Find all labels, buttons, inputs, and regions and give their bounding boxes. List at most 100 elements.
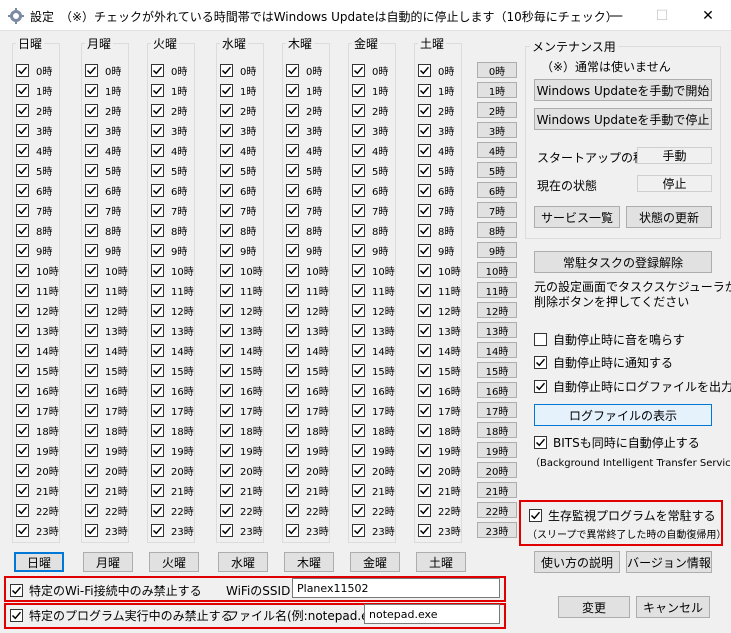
hour-option[interactable]: 2時 [16, 102, 52, 118]
hour-option[interactable]: 20時 [286, 462, 329, 478]
hour-checkbox[interactable] [220, 463, 233, 477]
hour-checkbox[interactable] [286, 143, 299, 157]
hour-checkbox[interactable] [352, 323, 365, 337]
hour-toggle-button[interactable]: 3時 [477, 122, 517, 138]
hour-checkbox[interactable] [151, 123, 164, 137]
hour-checkbox[interactable] [85, 163, 98, 177]
hour-checkbox[interactable] [220, 403, 233, 417]
hour-checkbox[interactable] [286, 463, 299, 477]
hour-checkbox[interactable] [286, 343, 299, 357]
hour-option[interactable]: 17時 [286, 402, 329, 418]
hour-option[interactable]: 16時 [85, 382, 128, 398]
hour-checkbox[interactable] [85, 383, 98, 397]
hour-option[interactable]: 22時 [16, 502, 59, 518]
hour-option[interactable]: 22時 [151, 502, 194, 518]
hour-checkbox[interactable] [220, 523, 233, 537]
hour-checkbox[interactable] [85, 243, 98, 257]
service-list-button[interactable]: サービス一覧 [534, 206, 620, 228]
hour-toggle-button[interactable]: 12時 [477, 302, 517, 318]
hour-checkbox[interactable] [85, 83, 98, 97]
hour-option[interactable]: 7時 [286, 202, 322, 218]
hour-option[interactable]: 6時 [85, 182, 121, 198]
minimize-button[interactable]: — [593, 0, 639, 31]
hour-option[interactable]: 16時 [151, 382, 194, 398]
hour-toggle-button[interactable]: 16時 [477, 382, 517, 398]
hour-checkbox[interactable] [352, 463, 365, 477]
hour-toggle-button[interactable]: 23時 [477, 522, 517, 538]
hour-option[interactable]: 8時 [151, 222, 187, 238]
hour-option[interactable]: 2時 [286, 102, 322, 118]
hour-checkbox[interactable] [16, 503, 29, 517]
hour-checkbox[interactable] [220, 183, 233, 197]
hour-checkbox[interactable] [85, 143, 98, 157]
hour-checkbox[interactable] [16, 463, 29, 477]
hour-checkbox[interactable] [286, 403, 299, 417]
hour-option[interactable]: 15時 [151, 362, 194, 378]
hour-option[interactable]: 2時 [220, 102, 256, 118]
hour-option[interactable]: 14時 [418, 342, 461, 358]
hour-toggle-button[interactable]: 6時 [477, 182, 517, 198]
hour-checkbox[interactable] [16, 483, 29, 497]
hour-checkbox[interactable] [16, 163, 29, 177]
hour-checkbox[interactable] [352, 223, 365, 237]
hour-checkbox[interactable] [16, 363, 29, 377]
hour-checkbox[interactable] [151, 243, 164, 257]
hour-checkbox[interactable] [16, 343, 29, 357]
hour-option[interactable]: 22時 [286, 502, 329, 518]
hour-checkbox[interactable] [151, 203, 164, 217]
hour-checkbox[interactable] [151, 143, 164, 157]
day-toggle-button[interactable]: 土曜 [416, 552, 466, 572]
hour-checkbox[interactable] [16, 303, 29, 317]
show-log-button[interactable]: ログファイルの表示 [534, 404, 712, 426]
hour-option[interactable]: 19時 [85, 442, 128, 458]
hour-option[interactable]: 21時 [286, 482, 329, 498]
hour-checkbox[interactable] [220, 323, 233, 337]
hour-checkbox[interactable] [418, 63, 431, 77]
hour-option[interactable]: 1時 [16, 82, 52, 98]
hour-option[interactable]: 11時 [286, 282, 329, 298]
hour-checkbox[interactable] [352, 523, 365, 537]
hour-checkbox[interactable] [151, 83, 164, 97]
day-toggle-button[interactable]: 水曜 [218, 552, 268, 572]
hour-checkbox[interactable] [286, 263, 299, 277]
hour-checkbox[interactable] [418, 363, 431, 377]
hour-checkbox[interactable] [16, 263, 29, 277]
hour-checkbox[interactable] [151, 523, 164, 537]
hour-option[interactable]: 17時 [151, 402, 194, 418]
hour-option[interactable]: 5時 [85, 162, 121, 178]
hour-checkbox[interactable] [85, 523, 98, 537]
hour-checkbox[interactable] [16, 523, 29, 537]
hour-option[interactable]: 5時 [151, 162, 187, 178]
hour-option[interactable]: 19時 [352, 442, 395, 458]
hour-option[interactable]: 9時 [286, 242, 322, 258]
hour-option[interactable]: 22時 [220, 502, 263, 518]
hour-checkbox[interactable] [352, 203, 365, 217]
hour-checkbox[interactable] [151, 443, 164, 457]
hour-checkbox[interactable] [352, 123, 365, 137]
hour-option[interactable]: 19時 [151, 442, 194, 458]
cancel-button[interactable]: キャンセル [636, 596, 710, 618]
hour-checkbox[interactable] [286, 303, 299, 317]
hour-checkbox[interactable] [85, 223, 98, 237]
hour-checkbox[interactable] [85, 63, 98, 77]
hour-option[interactable]: 8時 [286, 222, 322, 238]
hour-option[interactable]: 12時 [286, 302, 329, 318]
hour-option[interactable]: 17時 [220, 402, 263, 418]
hour-checkbox[interactable] [151, 423, 164, 437]
hour-option[interactable]: 5時 [286, 162, 322, 178]
hour-option[interactable]: 4時 [85, 142, 121, 158]
hour-checkbox[interactable] [220, 503, 233, 517]
hour-option[interactable]: 18時 [16, 422, 59, 438]
hour-option[interactable]: 14時 [85, 342, 128, 358]
hour-option[interactable]: 3時 [151, 122, 187, 138]
hour-checkbox[interactable] [16, 423, 29, 437]
hour-option[interactable]: 13時 [151, 322, 194, 338]
log-checkbox[interactable] [534, 380, 547, 393]
hour-checkbox[interactable] [352, 363, 365, 377]
hour-option[interactable]: 15時 [286, 362, 329, 378]
hour-option[interactable]: 21時 [16, 482, 59, 498]
hour-option[interactable]: 13時 [220, 322, 263, 338]
hour-checkbox[interactable] [16, 203, 29, 217]
hour-option[interactable]: 7時 [85, 202, 121, 218]
hour-option[interactable]: 13時 [16, 322, 59, 338]
